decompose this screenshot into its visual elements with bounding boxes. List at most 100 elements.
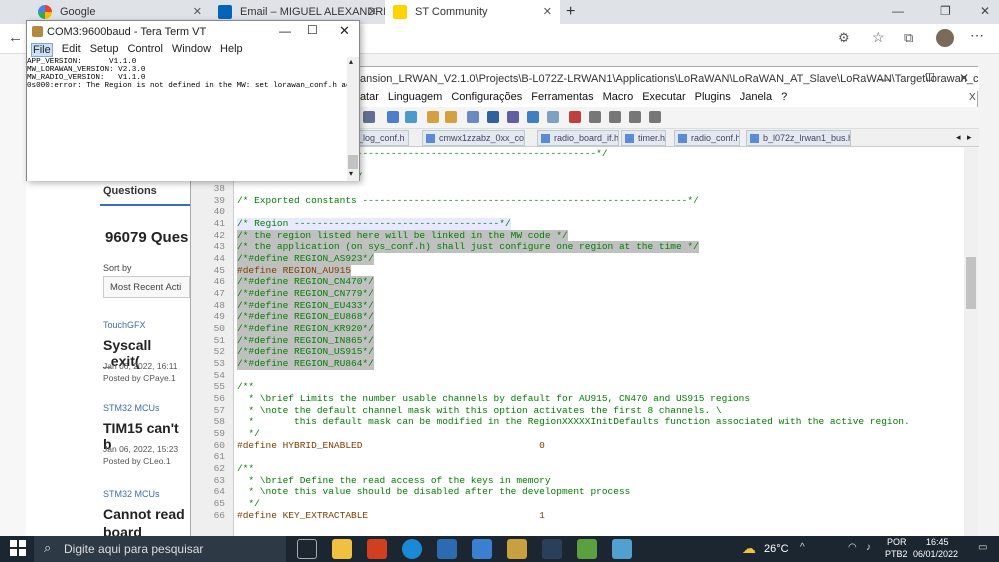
play-macro-icon[interactable] xyxy=(609,111,621,123)
code-line[interactable]: /*#define REGION_KR920*/ xyxy=(237,323,374,335)
temperature[interactable]: 26°C xyxy=(764,543,789,555)
post-tag[interactable]: STM32 MCUs xyxy=(103,489,160,499)
weather-icon[interactable]: ☁ xyxy=(742,540,756,557)
code-line[interactable]: #define HYBRID_ENABLED 0 xyxy=(237,440,545,452)
tab-scroll-right-icon[interactable]: ▸ xyxy=(967,132,972,143)
code-line[interactable]: #define REGION_AU915 xyxy=(237,264,352,277)
show-hidden-icons[interactable]: ^ xyxy=(800,542,805,553)
code-line[interactable]: /* Region ------------------------------… xyxy=(237,218,511,230)
terminal-output[interactable]: APP_VERSION: V1.1.0 MW_LORAWAN_VERSION: … xyxy=(27,57,347,181)
menu-linguagem[interactable]: Linguagem xyxy=(388,91,442,107)
minimize-icon[interactable]: — xyxy=(879,72,891,86)
save-macro-icon[interactable] xyxy=(649,111,661,123)
wifi-icon[interactable]: ◠ xyxy=(848,542,857,553)
post-tag[interactable]: TouchGFX xyxy=(103,320,146,330)
vertical-scrollbar[interactable] xyxy=(964,147,978,537)
file-tab[interactable]: b_l072z_lrwan1_bus.h xyxy=(746,130,851,146)
menu-janela[interactable]: Janela xyxy=(740,91,772,107)
terminal-scrollbar[interactable]: ▴ ▾ xyxy=(347,57,359,181)
redo-icon[interactable] xyxy=(363,111,375,123)
post-title[interactable]: Cannot read xyxy=(103,506,185,522)
programmer-icon[interactable] xyxy=(472,539,492,559)
search-app-icon[interactable] xyxy=(542,539,562,559)
notepadpp-taskbar-icon[interactable] xyxy=(577,539,597,559)
menu-window[interactable]: Window xyxy=(172,43,211,57)
more-menu-icon[interactable]: ⋯ xyxy=(970,27,984,44)
taskbar-search[interactable]: Digite aqui para pesquisar xyxy=(34,536,286,562)
scrollbar-thumb[interactable] xyxy=(348,155,358,169)
sort-select[interactable]: Most Recent Acti xyxy=(103,276,190,298)
record-macro-icon[interactable] xyxy=(569,111,581,123)
code-line[interactable]: /* the region listed here will be linked… xyxy=(237,229,568,242)
clock-time[interactable]: 16:45 xyxy=(926,537,949,547)
post-tag[interactable]: STM32 MCUs xyxy=(103,403,160,413)
language-code[interactable]: POR xyxy=(887,537,907,547)
code-line[interactable]: * \note this value should be disabled af… xyxy=(237,486,630,498)
close-window-icon[interactable]: ✕ xyxy=(980,4,990,18)
post-author[interactable]: Posted by CLeo.1 xyxy=(103,456,171,466)
menu-setup[interactable]: Setup xyxy=(90,43,119,57)
menu-help[interactable]: Help xyxy=(220,43,243,57)
keyboard-layout[interactable]: PTB2 xyxy=(885,549,908,559)
file-tab[interactable]: radio_board_if.h xyxy=(537,130,619,146)
post-author[interactable]: Posted by CPaye.1 xyxy=(103,373,176,383)
indent-icon[interactable] xyxy=(507,111,519,123)
minimize-icon[interactable]: — xyxy=(892,4,904,18)
clock-date[interactable]: 06/01/2022 xyxy=(913,549,958,559)
code-line[interactable]: * \brief Define the read access of the k… xyxy=(237,475,550,487)
code-line[interactable]: /*#define REGION_IN865*/ xyxy=(237,334,374,347)
menu-configuracoes[interactable]: Configurações xyxy=(451,91,522,107)
teraterm-taskbar-icon[interactable] xyxy=(507,539,527,559)
minimize-icon[interactable]: — xyxy=(279,24,291,38)
code-line[interactable]: * \brief Limits the number usable channe… xyxy=(237,393,750,405)
menu-file[interactable]: File xyxy=(31,43,53,57)
windows-start-icon[interactable] xyxy=(10,540,26,556)
code-line[interactable]: /*#define REGION_CN470*/ xyxy=(237,276,374,289)
tab-scroll-left-icon[interactable]: ◂ xyxy=(956,132,961,143)
close-icon[interactable]: ✕ xyxy=(193,5,202,18)
code-line[interactable]: /*#define REGION_US915*/ xyxy=(237,346,374,359)
collections-icon[interactable]: ⧉ xyxy=(904,30,913,46)
code-line[interactable]: /* Exported constants ------------------… xyxy=(237,195,699,207)
close-window-icon[interactable]: ✕ xyxy=(959,71,969,85)
menu-ferramentas[interactable]: Ferramentas xyxy=(531,91,593,107)
menu-control[interactable]: Control xyxy=(127,43,162,57)
stm32cubeide-icon[interactable] xyxy=(437,539,457,559)
close-icon[interactable]: ✕ xyxy=(543,5,552,18)
code-line[interactable]: /** xyxy=(237,381,254,393)
zoom-out-icon[interactable] xyxy=(445,111,457,123)
code-line[interactable]: * \note the default channel mask with th… xyxy=(237,405,721,417)
code-line[interactable]: * this default mask can be modified in t… xyxy=(237,416,909,428)
replace-icon[interactable] xyxy=(405,111,417,123)
notifications-icon[interactable]: ▭ xyxy=(978,542,987,553)
menu-help[interactable]: ? xyxy=(781,91,787,107)
file-tab[interactable]: timer.h xyxy=(621,130,666,146)
maximize-icon[interactable]: ☐ xyxy=(307,23,318,37)
code-editor[interactable]: ----------------------------------------… xyxy=(234,147,964,537)
code-line[interactable]: /*#define REGION_EU868*/ xyxy=(237,311,374,324)
back-arrow-icon[interactable]: ← xyxy=(8,29,23,46)
menu-plugins[interactable]: Plugins xyxy=(695,91,731,107)
questions-tab[interactable]: Questions xyxy=(103,185,157,197)
zoom-in-icon[interactable] xyxy=(427,111,439,123)
tab-st-community[interactable]: ST Community ✕ xyxy=(385,0,560,24)
scroll-up-icon[interactable]: ▴ xyxy=(349,57,353,66)
code-line[interactable]: /*#define REGION_CN779*/ xyxy=(237,288,374,300)
code-line[interactable]: /*#define REGION_EU433*/ xyxy=(237,299,374,312)
avatar[interactable] xyxy=(936,29,954,47)
code-line[interactable]: /* the application (on sys_conf.h) shall… xyxy=(237,241,699,254)
menu-edit[interactable]: Edit xyxy=(62,43,81,57)
favorites-star-icon[interactable]: ☆ xyxy=(872,29,885,46)
sync-icon[interactable] xyxy=(467,111,479,123)
doc-map-icon[interactable] xyxy=(527,111,539,123)
close-icon[interactable]: ✕ xyxy=(368,5,377,18)
code-line[interactable]: /*#define REGION_AS923*/ xyxy=(237,253,374,265)
restore-icon[interactable]: ❐ xyxy=(940,4,951,18)
file-explorer-icon[interactable] xyxy=(332,539,352,559)
wrap-icon[interactable] xyxy=(487,111,499,123)
app-icon[interactable] xyxy=(612,539,632,559)
file-tab[interactable]: radio_conf.h xyxy=(674,130,740,146)
volume-icon[interactable]: ♪ xyxy=(866,542,871,553)
code-line[interactable]: /** xyxy=(237,463,254,475)
code-line[interactable]: #define KEY_EXTRACTABLE 1 xyxy=(237,510,545,522)
